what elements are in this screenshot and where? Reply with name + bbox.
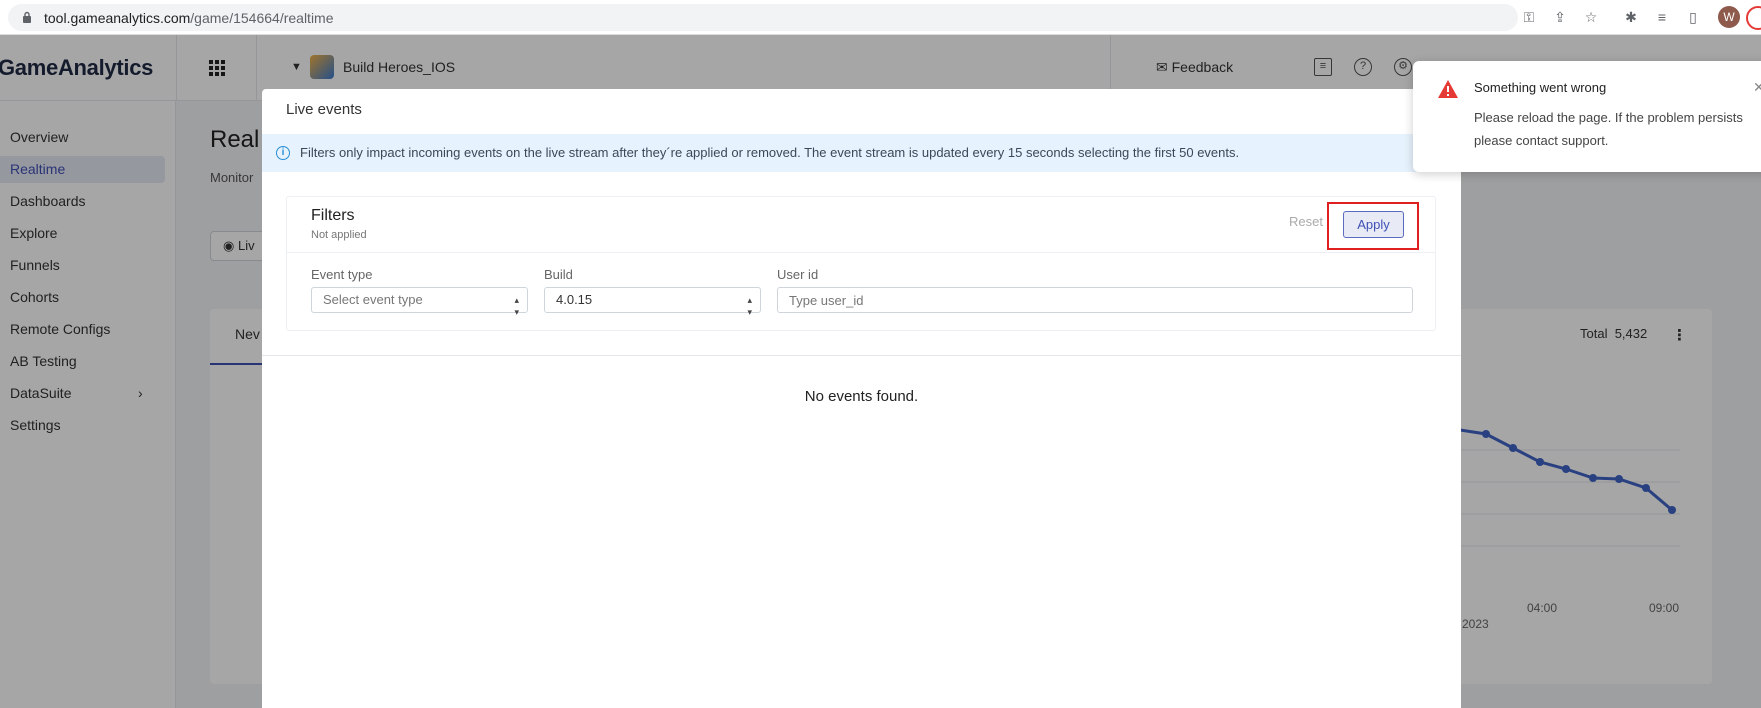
filters-title: Filters — [311, 207, 355, 224]
toast-message-line: Please reload the page. If the problem p… — [1474, 110, 1743, 125]
toast-title: Something went wrong — [1474, 80, 1607, 95]
star-icon[interactable]: ☆ — [1582, 8, 1600, 26]
build-select[interactable]: 4.0.15 ▴ ▾ — [544, 287, 761, 317]
live-events-modal: Live events i Filters only impact incomi… — [262, 89, 1461, 708]
filters-status: Not applied — [311, 229, 367, 241]
profile-avatar[interactable]: W — [1718, 6, 1740, 28]
reset-button[interactable]: Reset — [1289, 214, 1323, 229]
build-label: Build — [544, 267, 573, 282]
media-icon[interactable]: ≡ — [1653, 8, 1671, 26]
event-type-label: Event type — [311, 267, 373, 282]
info-icon: i — [276, 146, 290, 160]
empty-state-text: No events found. — [804, 388, 919, 405]
browser-toolbar: tool.gameanalytics.com/game/154664/realt… — [0, 0, 1761, 35]
select-arrows-icon: ▴ ▾ — [514, 295, 519, 317]
lock-icon — [23, 11, 31, 23]
modal-title: Live events — [286, 101, 362, 118]
toast-message: Please reload the page. If the problem p… — [1474, 106, 1761, 152]
info-text: Filters only impact incoming events on t… — [300, 145, 1240, 160]
modal-divider — [262, 355, 1461, 356]
toast-message-line: please contact support. — [1474, 133, 1609, 148]
filters-panel: Filters Not applied Reset Apply Event ty… — [286, 196, 1436, 331]
extensions-icon[interactable]: ✱ — [1622, 8, 1640, 26]
share-icon[interactable]: ⇪ — [1551, 8, 1569, 26]
filters-divider — [287, 252, 1435, 253]
sidepanel-icon[interactable]: ▯ — [1684, 8, 1702, 26]
address-bar[interactable]: tool.gameanalytics.com/game/154664/realt… — [8, 4, 1518, 31]
build-value: 4.0.15 — [556, 292, 593, 307]
key-icon[interactable]: ⚿ — [1520, 8, 1538, 26]
error-toast: Something went wrong Please reload the p… — [1413, 61, 1761, 172]
user-id-label: User id — [777, 267, 819, 282]
event-type-placeholder: Select event type — [323, 292, 423, 307]
info-banner: i Filters only impact incoming events on… — [262, 134, 1461, 172]
user-id-input[interactable] — [777, 287, 1413, 313]
update-indicator[interactable] — [1746, 6, 1761, 30]
warning-icon — [1438, 80, 1458, 98]
event-type-select[interactable]: Select event type ▴ ▾ — [311, 287, 528, 317]
select-arrows-icon: ▴ ▾ — [747, 295, 752, 317]
url-text: tool.gameanalytics.com/game/154664/realt… — [44, 10, 334, 26]
apply-button[interactable]: Apply — [1343, 211, 1404, 238]
close-icon[interactable]: ✕ — [1753, 79, 1761, 96]
